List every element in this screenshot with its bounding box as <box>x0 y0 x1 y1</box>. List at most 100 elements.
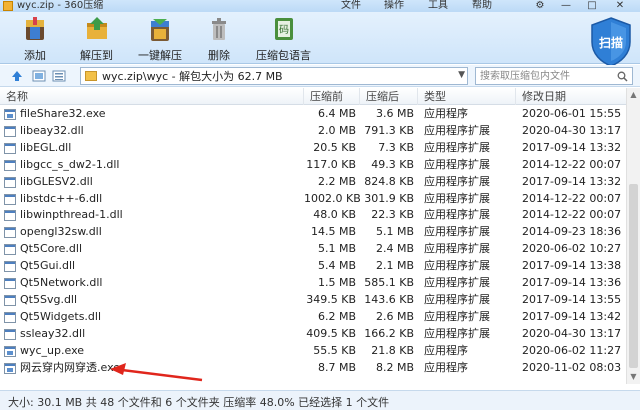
add-button[interactable]: 添加 <box>20 15 50 63</box>
search-input[interactable] <box>480 69 612 83</box>
file-list: fileShare32.exe 6.4 MB 3.6 MB 应用程序 2020-06-0… <box>0 106 626 384</box>
file-modified: 2017-09-14 13:36 <box>522 276 622 289</box>
address-box[interactable]: wyc.zip\wyc - 解包大小为 62.7 MB ▼ <box>80 67 468 85</box>
file-type: 应用程序 <box>424 360 468 374</box>
one-click-extract-button[interactable]: 一键解压 <box>138 15 182 63</box>
column-size[interactable]: 压缩前 <box>304 88 360 105</box>
file-row[interactable]: libGLESV2.dll 2.2 MB 824.8 KB 应用程序扩展 2017-09… <box>0 174 626 191</box>
dll-file-icon <box>4 176 16 188</box>
file-row[interactable]: Qt5Gui.dll 5.4 MB 2.1 MB 应用程序扩展 2017-09-14 1… <box>0 258 626 275</box>
file-type: 应用程序扩展 <box>424 123 490 137</box>
settings-icon[interactable]: ⚙ <box>530 0 550 12</box>
file-row[interactable]: 网云穿内网穿透.exe 8.7 MB 8.2 MB 应用程序 2020-11-02 08… <box>0 360 626 377</box>
file-name: Qt5Widgets.dll <box>20 309 102 323</box>
window-title: wyc.zip - 360压缩 <box>17 0 104 11</box>
menu-file[interactable]: 文件 <box>341 0 361 12</box>
column-name[interactable]: 名称 <box>0 88 304 105</box>
file-size: 8.7 MB <box>317 360 356 374</box>
menu-operate[interactable]: 操作 <box>384 0 404 12</box>
file-packed-size: 2.1 MB <box>375 259 414 273</box>
file-row[interactable]: libgcc_s_dw2-1.dll 117.0 KB 49.3 KB 应用程序扩展 2… <box>0 157 626 174</box>
add-icon <box>26 17 44 40</box>
menu-tools[interactable]: 工具 <box>428 0 448 12</box>
column-type[interactable]: 类型 <box>418 88 516 105</box>
scroll-thumb[interactable] <box>629 184 638 368</box>
file-modified: 2017-09-14 13:32 <box>522 140 622 154</box>
file-size: 6.2 MB <box>317 309 356 323</box>
file-modified: 2017-09-14 13:42 <box>522 309 622 323</box>
toolbar: 添加 解压到 一键解压 删除 码 压缩包语言 扫描 <box>0 12 640 67</box>
status-bar: 大小: 30.1 MB 共 48 个文件和 6 个文件夹 压缩率 48.0% 已… <box>0 390 640 410</box>
app-icon <box>3 1 13 11</box>
scroll-down-icon[interactable]: ▼ <box>627 370 640 384</box>
file-type: 应用程序扩展 <box>424 292 490 306</box>
file-size: 48.0 KB <box>313 208 356 222</box>
file-row[interactable]: wyc_up.exe 55.5 KB 21.8 KB 应用程序 2020-06-02 1… <box>0 343 626 360</box>
maximize-button[interactable]: □ <box>582 0 602 12</box>
file-packed-size: 301.9 KB <box>364 191 414 205</box>
dll-file-icon <box>4 125 16 137</box>
file-type: 应用程序扩展 <box>424 191 490 205</box>
file-row[interactable]: ssleay32.dll 409.5 KB 166.2 KB 应用程序扩展 2020-0… <box>0 326 626 343</box>
file-modified: 2014-09-23 18:36 <box>522 225 622 239</box>
scroll-up-icon[interactable]: ▲ <box>627 88 640 102</box>
file-size: 1.5 MB <box>317 276 356 289</box>
file-size: 5.1 MB <box>317 242 356 256</box>
file-row[interactable]: fileShare32.exe 6.4 MB 3.6 MB 应用程序 2020-06-0… <box>0 106 626 123</box>
file-row[interactable]: libstdc++-6.dll 1002.0 KB 301.9 KB 应用程序扩展 20… <box>0 191 626 208</box>
column-header: 名称 压缩前 压缩后 类型 修改日期 <box>0 88 626 105</box>
file-type: 应用程序扩展 <box>424 276 490 289</box>
annotation-arrow-icon <box>110 363 203 382</box>
file-modified: 2014-12-22 00:07 <box>522 208 622 222</box>
file-size: 349.5 KB <box>306 292 356 306</box>
address-bar: wyc.zip\wyc - 解包大小为 62.7 MB ▼ <box>0 65 640 87</box>
one-click-extract-label: 一键解压 <box>138 49 182 62</box>
view-icon[interactable] <box>32 69 46 83</box>
file-name: libEGL.dll <box>20 140 72 154</box>
vertical-scrollbar[interactable]: ▲ ▼ <box>626 88 640 384</box>
file-size: 55.5 KB <box>313 343 356 357</box>
dll-file-icon <box>4 227 16 239</box>
archive-language-button[interactable]: 码 压缩包语言 <box>256 15 311 63</box>
svg-text:码: 码 <box>279 24 289 36</box>
file-modified: 2020-06-02 10:27 <box>522 242 622 256</box>
list-view-icon[interactable] <box>52 69 66 83</box>
file-size: 409.5 KB <box>306 326 356 340</box>
dll-file-icon <box>4 193 16 205</box>
file-row[interactable]: libwinpthread-1.dll 48.0 KB 22.3 KB 应用程序扩展 2… <box>0 207 626 224</box>
file-row[interactable]: Qt5Core.dll 5.1 MB 2.4 MB 应用程序扩展 2020-06-02 … <box>0 241 626 258</box>
search-box[interactable] <box>475 67 633 85</box>
file-packed-size: 585.1 KB <box>364 276 414 289</box>
file-row[interactable]: libEGL.dll 20.5 KB 7.3 KB 应用程序扩展 2017-09-14 … <box>0 140 626 157</box>
file-row[interactable]: opengl32sw.dll 14.5 MB 5.1 MB 应用程序扩展 2014-09… <box>0 224 626 241</box>
column-modified[interactable]: 修改日期 <box>516 88 626 105</box>
delete-button[interactable]: 删除 <box>204 15 234 63</box>
dll-file-icon <box>4 244 16 256</box>
file-modified: 2014-12-22 00:07 <box>522 191 622 205</box>
title-bar: wyc.zip - 360压缩 文件 操作 工具 帮助 ⚙ — □ ✕ <box>0 0 640 12</box>
chevron-down-icon[interactable]: ▼ <box>458 70 465 80</box>
scan-button[interactable]: 扫描 <box>588 16 634 68</box>
scan-label: 扫描 <box>598 36 623 50</box>
search-icon[interactable] <box>617 71 628 82</box>
file-type: 应用程序扩展 <box>424 174 490 188</box>
status-text: 大小: 30.1 MB 共 48 个文件和 6 个文件夹 压缩率 48.0% 已… <box>8 396 390 409</box>
file-row[interactable]: Qt5Network.dll 1.5 MB 585.1 KB 应用程序扩展 2017-0… <box>0 275 626 292</box>
column-packed[interactable]: 压缩后 <box>360 88 418 105</box>
file-row[interactable]: Qt5Svg.dll 349.5 KB 143.6 KB 应用程序扩展 2017-09-… <box>0 292 626 309</box>
minimize-button[interactable]: — <box>556 0 576 12</box>
address-path: wyc.zip\wyc - 解包大小为 62.7 MB <box>102 70 283 83</box>
file-type: 应用程序扩展 <box>424 326 490 340</box>
up-arrow-icon[interactable] <box>10 69 24 83</box>
close-button[interactable]: ✕ <box>610 0 630 12</box>
file-size: 2.0 MB <box>317 123 356 137</box>
file-type: 应用程序扩展 <box>424 309 490 323</box>
file-modified: 2020-06-01 15:55 <box>522 107 622 120</box>
file-row[interactable]: Qt5Widgets.dll 6.2 MB 2.6 MB 应用程序扩展 2017-09-… <box>0 309 626 326</box>
file-packed-size: 8.2 MB <box>375 360 414 374</box>
extract-to-button[interactable]: 解压到 <box>80 15 113 63</box>
dll-file-icon <box>4 311 16 323</box>
file-row[interactable]: libeay32.dll 2.0 MB 791.3 KB 应用程序扩展 2020-04-… <box>0 123 626 140</box>
extract-to-label: 解压到 <box>80 49 113 62</box>
menu-help[interactable]: 帮助 <box>472 0 492 12</box>
